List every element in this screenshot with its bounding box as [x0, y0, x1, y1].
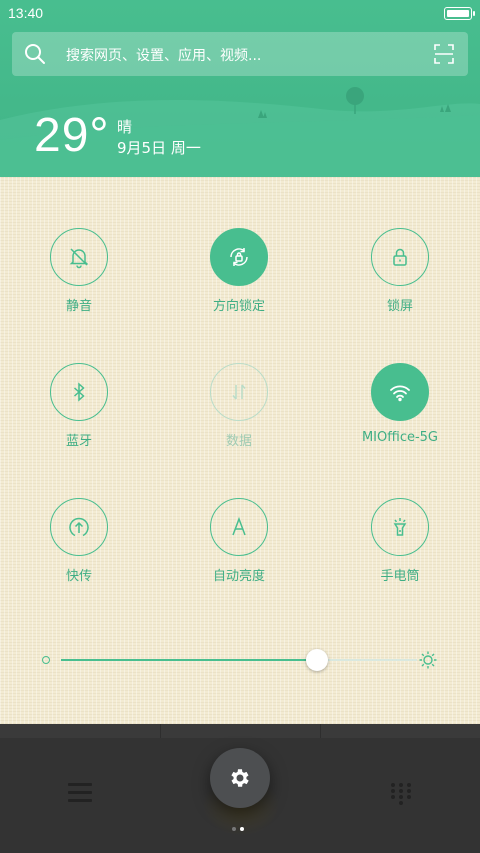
search-placeholder: 搜索网页、设置、应用、视频...: [66, 48, 262, 64]
search-bar[interactable]: 搜索网页、设置、应用、视频...: [12, 32, 468, 76]
toggle-lock-screen[interactable]: 锁屏: [340, 228, 460, 328]
toggle-label: 锁屏: [386, 299, 413, 314]
toggle-label: 数据: [225, 434, 252, 449]
toggle-rotation-lock[interactable]: 方向锁定: [179, 228, 299, 328]
toggle-wifi-button[interactable]: [371, 363, 429, 421]
toggle-auto-brightness-button[interactable]: [210, 498, 268, 556]
toggle-silent-button[interactable]: [50, 228, 108, 286]
bottom-dock: [0, 738, 480, 853]
toggle-mobile-data[interactable]: 数据: [179, 363, 299, 463]
dialpad-icon[interactable]: [389, 782, 413, 806]
brightness-slider[interactable]: [40, 648, 440, 672]
toggle-quick-share[interactable]: 快传: [19, 498, 139, 598]
menu-icon[interactable]: [68, 783, 92, 803]
mobile-data-icon: [232, 384, 246, 400]
dock-divider: [0, 724, 480, 738]
toggle-rotation-lock-button[interactable]: [210, 228, 268, 286]
toggle-silent[interactable]: 静音: [19, 228, 139, 328]
share-upload-icon: [69, 517, 89, 537]
wifi-icon: [390, 385, 410, 402]
toggle-wifi[interactable]: MIOffice-5G: [340, 363, 460, 463]
toggle-bluetooth-button[interactable]: [50, 363, 108, 421]
rotation-lock-icon: [230, 248, 248, 266]
toggle-label: 手电筒: [380, 569, 420, 584]
battery-icon: [444, 7, 475, 20]
flashlight-icon: [393, 518, 407, 536]
search-icon: [25, 44, 45, 64]
bluetooth-icon: [74, 382, 85, 402]
toggle-label: 蓝牙: [65, 434, 92, 449]
temperature: 29°: [34, 109, 110, 162]
toggle-label: 快传: [65, 569, 92, 584]
toggle-lock-screen-button[interactable]: [371, 228, 429, 286]
brightness-low-icon: [42, 656, 50, 664]
toggle-mobile-data-button[interactable]: [210, 363, 268, 421]
scan-icon[interactable]: [434, 44, 454, 64]
page-indicator: [232, 827, 250, 833]
bell-muted-icon: [69, 248, 89, 269]
toggle-label: 静音: [65, 299, 92, 314]
page-dot: [232, 827, 236, 831]
weather-date: 9月5日 周一: [117, 139, 201, 157]
settings-button[interactable]: [210, 748, 270, 808]
toggle-auto-brightness[interactable]: 自动亮度: [179, 498, 299, 598]
brightness-high-icon: [419, 651, 437, 669]
toggle-quick-share-button[interactable]: [50, 498, 108, 556]
toggle-label: 方向锁定: [212, 299, 265, 314]
weather-header: 13:40 搜索网页、设置、应用、视频... 29° 晴 9月5日 周一: [0, 0, 480, 177]
toggle-label: MIOffice-5G: [361, 430, 439, 445]
toggle-flashlight-button[interactable]: [371, 498, 429, 556]
gear-icon: [231, 769, 249, 787]
toggle-label: 自动亮度: [212, 569, 265, 584]
lock-icon: [393, 248, 407, 266]
weather-condition: 晴: [117, 118, 133, 136]
brightness-fill: [61, 659, 318, 661]
auto-brightness-icon: [232, 516, 246, 536]
page-dot: [240, 827, 244, 831]
status-time: 13:40: [8, 5, 44, 21]
battery-level: [447, 10, 469, 17]
toggle-bluetooth[interactable]: 蓝牙: [19, 363, 139, 463]
brightness-knob[interactable]: [306, 649, 329, 671]
toggle-flashlight[interactable]: 手电筒: [340, 498, 460, 598]
